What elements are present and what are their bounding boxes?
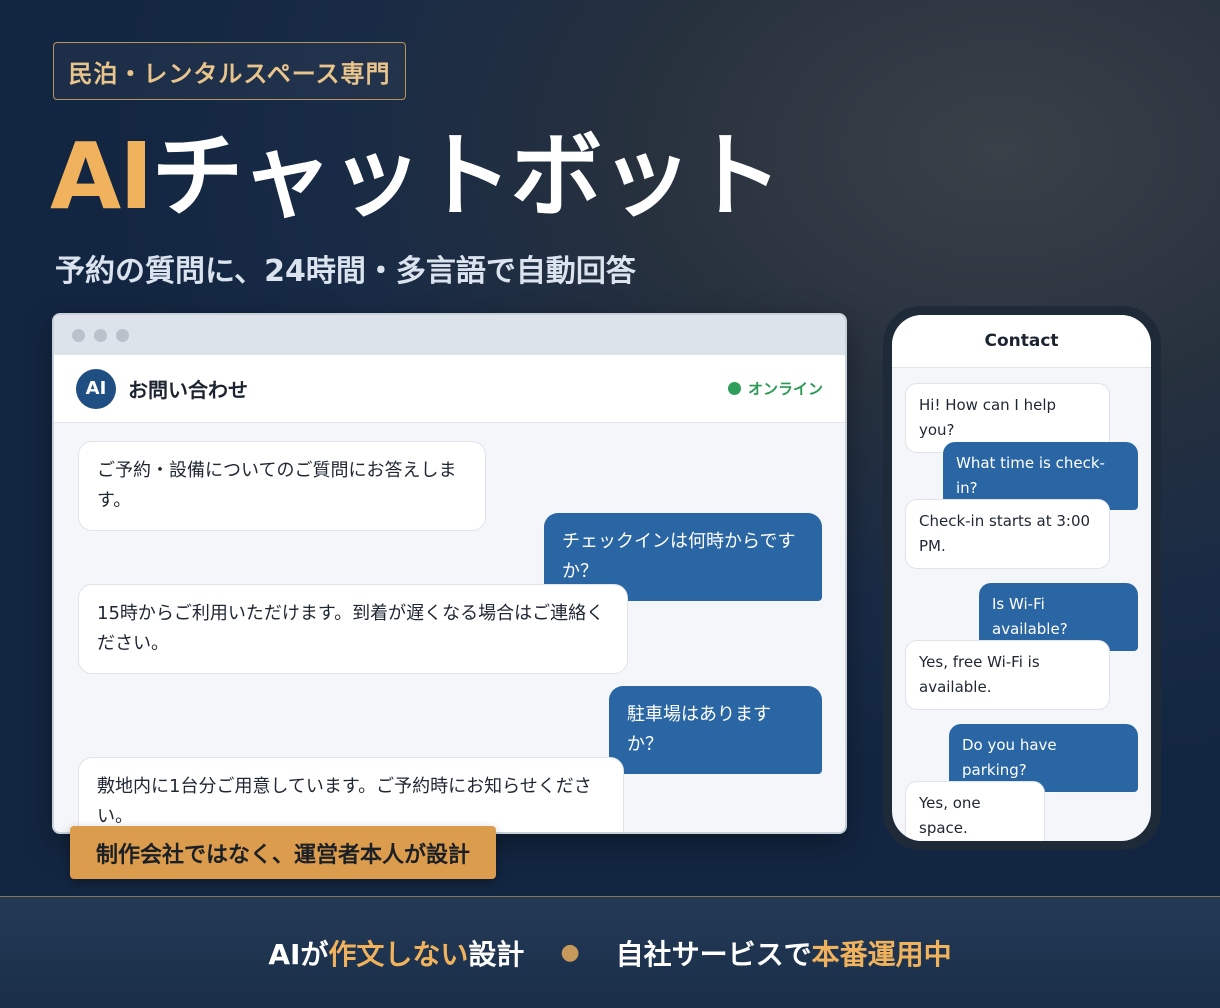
phone-message-bot: Yes, free Wi-Fi is available. xyxy=(905,640,1110,710)
hero-title: AIチャットボット xyxy=(50,122,783,232)
specialty-badge: 民泊・レンタルスペース専門 xyxy=(53,42,406,100)
online-status-label: オンライン xyxy=(747,380,823,398)
bot-avatar: AI xyxy=(76,368,116,409)
designer-ribbon: 制作会社ではなく、運営者本人が設計 xyxy=(70,826,496,879)
window-minimize-dot[interactable] xyxy=(94,328,107,342)
chat-message-bot: 敷地内に1台分ご用意しています。ご予約時にお知らせください。 xyxy=(78,757,624,832)
footer-right-a: 自社サービスで xyxy=(615,937,812,971)
online-dot-icon xyxy=(727,382,741,395)
online-status: オンライン xyxy=(727,378,823,399)
desktop-chat-window: AI お問い合わせ オンライン ご予約・設備についてのご質問にお答えします。 チ… xyxy=(52,313,847,834)
footer-left-highlight: 作文しない xyxy=(328,937,469,971)
chat-header: AI お問い合わせ オンライン xyxy=(54,355,845,423)
window-titlebar xyxy=(54,315,845,355)
phone-chat-title: Contact xyxy=(892,315,1151,368)
chat-title: お問い合わせ xyxy=(128,378,248,402)
window-close-dot[interactable] xyxy=(72,328,85,342)
hero-title-accent: AI xyxy=(50,123,153,230)
footer-separator-icon: ● xyxy=(560,940,580,965)
phone-message-bot: Check-in starts at 3:00 PM. xyxy=(905,499,1110,569)
footer-left-c: 設計 xyxy=(468,937,525,971)
phone-chat-screen: Contact Hi! How can I help you? What tim… xyxy=(892,315,1151,841)
hero-title-rest: チャットボット xyxy=(151,123,782,230)
phone-message-bot: Yes, one space. xyxy=(905,781,1045,841)
chat-message-bot: ご予約・設備についてのご質問にお答えします。 xyxy=(78,441,486,531)
chat-message-bot: 15時からご利用いただけます。到着が遅くなる場合はご連絡ください。 xyxy=(78,584,628,674)
footer-left-a: AIが xyxy=(268,937,329,971)
chat-message-user: 駐車場はありますか？ xyxy=(609,686,822,774)
window-maximize-dot[interactable] xyxy=(116,328,129,342)
footer-right-highlight: 本番運用中 xyxy=(811,937,952,971)
hero-subtitle: 予約の質問に、24時間・多言語で自動回答 xyxy=(55,254,636,289)
footer-banner: AIが 作文しない 設計 ● 自社サービスで 本番運用中 xyxy=(0,896,1220,1008)
